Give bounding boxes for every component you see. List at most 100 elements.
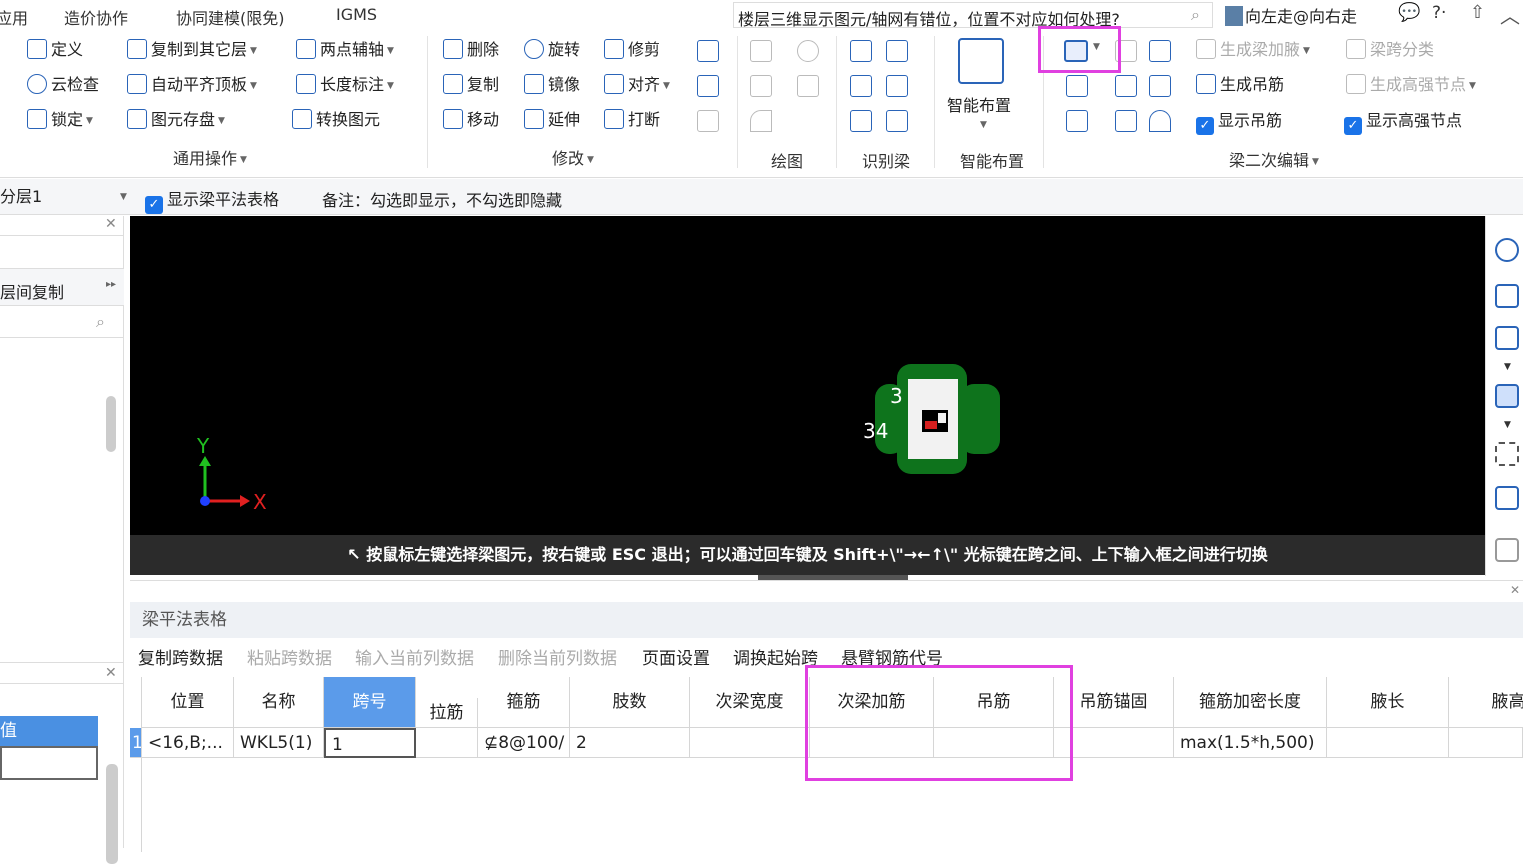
group-label-common[interactable]: 通用操作 ▼ <box>173 145 247 169</box>
rebar-arc-icon[interactable] <box>1149 110 1171 132</box>
cell-span[interactable]: 1 <box>324 728 416 758</box>
header-hanger-anchor[interactable]: 吊筋锚固 <box>1054 677 1174 728</box>
show-hanger-checkbox[interactable]: ✓ 显示吊筋 <box>1196 109 1282 135</box>
align-button[interactable]: 对齐 ▼ <box>604 73 670 97</box>
dots-icon[interactable] <box>697 75 719 97</box>
dropdown-icon[interactable]: ▼ <box>1504 362 1511 372</box>
orbit-icon[interactable] <box>1495 238 1519 262</box>
smart-layout-icon[interactable] <box>958 38 1004 84</box>
search-box[interactable]: 楼层三维显示图元/轴网有错位，位置不对应如何处理? ⌕ <box>733 2 1213 29</box>
rebar-copy-icon[interactable] <box>1115 75 1137 97</box>
value-cell[interactable] <box>0 746 98 780</box>
close-icon[interactable]: ✕ <box>105 665 117 681</box>
gen-hanger-button[interactable]: 生成吊筋 <box>1196 73 1284 97</box>
offset-icon[interactable] <box>697 40 719 62</box>
rotate-button[interactable]: 旋转 <box>524 38 580 62</box>
show-table-checkbox[interactable]: ✓ 显示梁平法表格 <box>145 186 279 214</box>
length-mark-button[interactable]: 长度标注 ▼ <box>296 73 394 97</box>
identify-beam-icon[interactable] <box>850 40 872 62</box>
identify-rebar-icon[interactable] <box>850 110 872 132</box>
page-setup-button[interactable]: 页面设置 <box>642 644 710 669</box>
shirt-icon[interactable]: ⇧ <box>1470 2 1485 23</box>
chat-icon[interactable]: 💬 <box>1398 2 1420 23</box>
header-haunch-height[interactable]: 腋高 <box>1449 677 1523 728</box>
original-span-dropdown-icon[interactable]: ▼ <box>1093 42 1100 52</box>
beam-tool-icon[interactable] <box>1115 40 1137 62</box>
delete-column-button[interactable]: 删除当前列数据 <box>498 644 617 669</box>
box-select-icon[interactable] <box>1495 486 1519 510</box>
gen-node-button[interactable]: 生成高强节点 ▼ <box>1346 73 1476 97</box>
search-icon[interactable]: ⌕ <box>1191 5 1200 25</box>
define-button[interactable]: 定义 <box>27 38 83 62</box>
cube-view-icon[interactable] <box>1495 326 1519 350</box>
cell-haunch-height[interactable] <box>1449 728 1523 758</box>
edit-icon[interactable] <box>697 110 719 132</box>
header-tie-bar[interactable]: 拉筋 <box>416 698 478 728</box>
collapse-icon[interactable]: ︿ <box>1500 0 1520 29</box>
identify-support-icon[interactable] <box>886 40 908 62</box>
header-haunch-length[interactable]: 腋长 <box>1327 677 1449 728</box>
menu-cost-collab[interactable]: 造价协作 <box>64 5 128 29</box>
header-stirrup[interactable]: 箍筋 <box>478 677 570 728</box>
identify-text-icon[interactable] <box>886 110 908 132</box>
two-point-axis-button[interactable]: 两点辅轴 ▼ <box>296 38 394 62</box>
line-icon[interactable] <box>750 75 772 97</box>
solid-cube-icon[interactable] <box>1495 384 1519 408</box>
panel-icon[interactable] <box>1495 538 1519 562</box>
rebar-view-icon[interactable] <box>1115 110 1137 132</box>
rebar-check-icon[interactable] <box>1066 110 1088 132</box>
copy-to-layer-button[interactable]: 复制到其它层 ▼ <box>127 38 257 62</box>
smart-layout-button[interactable]: 智能布置 <box>947 92 1011 116</box>
scrollbar[interactable] <box>106 396 116 452</box>
original-span-icon[interactable] <box>1064 40 1088 62</box>
auto-align-button[interactable]: 自动平齐顶板 ▼ <box>127 73 257 97</box>
arc-icon[interactable] <box>750 110 772 132</box>
cell-position[interactable]: <16,B;... <box>142 728 234 758</box>
menu-igms[interactable]: IGMS <box>336 5 377 24</box>
mirror-button[interactable]: 镜像 <box>524 73 580 97</box>
identify-span-icon[interactable] <box>850 75 872 97</box>
break-button[interactable]: 打断 <box>604 108 660 132</box>
span-class-button[interactable]: 梁跨分类 <box>1346 38 1434 62</box>
cell-hanger-anchor[interactable] <box>1054 728 1174 758</box>
rebar-select-icon[interactable] <box>1149 75 1171 97</box>
swap-span-button[interactable]: 调换起始跨 <box>733 644 818 669</box>
close-icon[interactable]: ✕ <box>105 216 117 232</box>
cantilever-code-button[interactable]: 悬臂钢筋代号 <box>841 644 943 669</box>
cell-dense-length[interactable]: max(1.5*h,500) <box>1174 728 1327 758</box>
filter-input[interactable]: ⌕ <box>0 312 124 338</box>
cell-tie-bar[interactable] <box>416 728 478 758</box>
scrollbar[interactable] <box>106 764 118 864</box>
show-node-checkbox[interactable]: ✓ 显示高强节点 <box>1344 109 1462 135</box>
smart-layout-dropdown-icon[interactable]: ▼ <box>980 120 987 130</box>
paste-span-button[interactable]: 粘贴跨数据 <box>247 644 332 669</box>
group-label-modify[interactable]: 修改 ▼ <box>552 145 594 169</box>
rect-icon[interactable] <box>797 75 819 97</box>
header-position[interactable]: 位置 <box>142 677 234 728</box>
rebar-edit-icon[interactable] <box>1066 75 1088 97</box>
save-element-button[interactable]: 图元存盘 ▼ <box>127 108 225 132</box>
layer-select[interactable]: 分层1 ▼ <box>0 184 132 210</box>
header-sub-beam-rebar[interactable]: 次梁加筋 <box>810 677 934 728</box>
help-icon[interactable]: ?· <box>1432 3 1446 23</box>
beam-table-icon[interactable] <box>1149 40 1171 62</box>
3d-view-icon[interactable] <box>1495 284 1519 308</box>
cell-sub-beam-rebar[interactable] <box>810 728 934 758</box>
dropdown-icon[interactable]: ▼ <box>1504 420 1511 430</box>
extend-button[interactable]: 延伸 <box>524 108 580 132</box>
group-label-beam2[interactable]: 梁二次编辑 ▼ <box>1229 147 1319 171</box>
row-index[interactable]: 1 <box>130 728 142 758</box>
cloud-check-button[interactable]: 云检查 <box>27 73 99 97</box>
copy-span-button[interactable]: 复制跨数据 <box>138 644 223 669</box>
header-span[interactable]: 跨号 <box>324 677 416 728</box>
cell-legs[interactable]: 2 <box>570 728 690 758</box>
cell-stirrup[interactable]: ⊈8@100/ <box>478 728 570 758</box>
point-icon[interactable] <box>750 40 772 62</box>
move-button[interactable]: 移动 <box>443 108 499 132</box>
circle-draw-icon[interactable] <box>797 40 819 62</box>
copy-button[interactable]: 复制 <box>443 73 499 97</box>
cell-sub-beam-width[interactable] <box>690 728 810 758</box>
lock-button[interactable]: 锁定 ▼ <box>27 108 93 132</box>
cell-hanger[interactable] <box>934 728 1054 758</box>
convert-element-button[interactable]: 转换图元 <box>292 108 380 132</box>
